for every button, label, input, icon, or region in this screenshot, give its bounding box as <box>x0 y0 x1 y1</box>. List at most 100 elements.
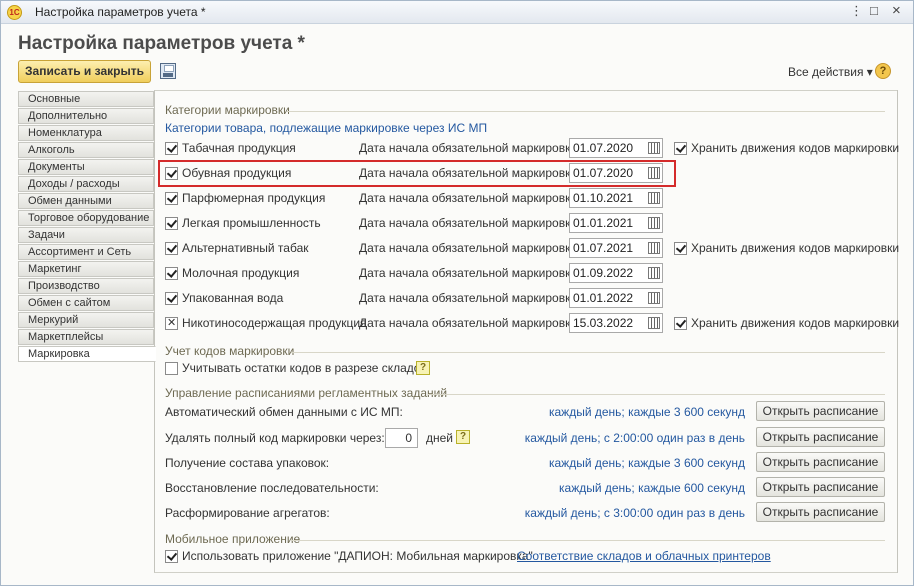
schedule-task-label: Удалять полный код маркировки через: <box>165 431 385 445</box>
calendar-icon[interactable] <box>648 267 660 279</box>
category-label: Табачная продукция <box>182 141 296 155</box>
date-value: 01.09.2022 <box>573 266 634 280</box>
sidebar-item[interactable]: Обмен с сайтом <box>18 295 154 311</box>
category-checkbox[interactable] <box>165 217 178 230</box>
stock-by-warehouse-label: Учитывать остатки кодов в разрезе складо… <box>182 361 427 375</box>
sidebar-item[interactable]: Основные <box>18 91 154 107</box>
marking-start-date-label: Дата начала обязательной маркировки: <box>359 291 581 305</box>
highlight-frame <box>158 160 676 187</box>
sidebar-item[interactable]: Документы <box>18 159 154 175</box>
group-divider <box>428 394 885 395</box>
more-menu-icon[interactable]: ⋮ <box>850 3 863 19</box>
category-label: Легкая промышленность <box>182 216 321 230</box>
schedule-link[interactable]: каждый день; каждые 3 600 секунд <box>549 405 745 419</box>
store-movements-label: Хранить движения кодов маркировки <box>691 141 900 155</box>
close-icon[interactable]: × <box>892 2 901 19</box>
schedule-task-label: Расформирование агрегатов: <box>165 506 330 520</box>
sidebar-item[interactable]: Меркурий <box>18 312 154 328</box>
calendar-icon[interactable] <box>648 317 660 329</box>
category-checkbox[interactable] <box>165 242 178 255</box>
category-label: Никотиносодержащая продукция <box>182 316 367 330</box>
category-label: Парфюмерная продукция <box>182 191 326 205</box>
store-movements-label: Хранить движения кодов маркировки <box>691 316 900 330</box>
sidebar-item[interactable]: Маркировка <box>18 346 156 362</box>
sidebar-item[interactable]: Маркетплейсы <box>18 329 154 345</box>
sidebar-item[interactable]: Алкоголь <box>18 142 154 158</box>
sidebar-item[interactable]: Производство <box>18 278 154 294</box>
store-movements-checkbox[interactable] <box>674 242 687 255</box>
open-schedule-button[interactable]: Открыть расписание <box>756 427 885 447</box>
sidebar: Основные Дополнительно Номенклатура Алкогол… <box>18 91 156 571</box>
sidebar-item[interactable]: Маркетинг <box>18 261 154 277</box>
sidebar-item[interactable]: Обмен данными <box>18 193 154 209</box>
save-icon[interactable] <box>160 63 176 79</box>
days-unit-label: дней <box>426 431 454 445</box>
categories-link[interactable]: Категории товара, подлежащие маркировке … <box>165 121 487 135</box>
group-title-categories: Категории маркировки <box>165 103 290 117</box>
sidebar-item[interactable]: Торговое оборудование <box>18 210 154 226</box>
schedule-link[interactable]: каждый день; каждые 600 секунд <box>559 481 745 495</box>
group-divider <box>287 111 885 112</box>
category-label: Молочная продукция <box>182 266 300 280</box>
date-value: 01.01.2022 <box>573 291 634 305</box>
days-input[interactable]: 0 <box>385 428 418 448</box>
marking-start-date-input[interactable]: 01.10.2021 <box>569 188 663 208</box>
help-icon[interactable]: ? <box>875 63 891 79</box>
stock-by-warehouse-checkbox[interactable] <box>165 362 178 375</box>
category-checkbox[interactable] <box>165 142 178 155</box>
store-movements-label: Хранить движения кодов маркировки <box>691 241 900 255</box>
marking-start-date-input[interactable]: 01.07.2020 <box>569 138 663 158</box>
stock-help-icon[interactable]: ? <box>416 361 430 375</box>
calendar-icon[interactable] <box>648 192 660 204</box>
category-checkbox[interactable] <box>165 292 178 305</box>
sidebar-item[interactable]: Задачи <box>18 227 154 243</box>
title-bar: 1С Настройка параметров учета * ⋮ □ × <box>1 1 913 24</box>
marking-start-date-label: Дата начала обязательной маркировки: <box>359 241 581 255</box>
marking-start-date-input[interactable]: 01.01.2022 <box>569 288 663 308</box>
maximize-icon[interactable]: □ <box>870 3 878 18</box>
marking-start-date-input[interactable]: 01.07.2021 <box>569 238 663 258</box>
marking-start-date-input[interactable]: 01.01.2021 <box>569 213 663 233</box>
save-and-close-button[interactable]: Записать и закрыть <box>18 60 151 83</box>
warehouse-printers-link[interactable]: Соответствие складов и облачных принтеро… <box>517 549 771 563</box>
sidebar-item[interactable]: Ассортимент и Сеть <box>18 244 154 260</box>
open-schedule-button[interactable]: Открыть расписание <box>756 452 885 472</box>
category-label: Альтернативный табак <box>182 241 309 255</box>
sidebar-item[interactable]: Номенклатура <box>18 125 154 141</box>
marking-start-date-label: Дата начала обязательной маркировки: <box>359 141 581 155</box>
schedule-link[interactable]: каждый день; с 3:00:00 один раз в день <box>525 506 745 520</box>
calendar-icon[interactable] <box>648 217 660 229</box>
page-title: Настройка параметров учета * <box>18 33 305 54</box>
settings-window: 1С Настройка параметров учета * ⋮ □ × На… <box>0 0 914 586</box>
use-mobile-app-checkbox[interactable] <box>165 550 178 563</box>
schedule-link[interactable]: каждый день; каждые 3 600 секунд <box>549 456 745 470</box>
category-checkbox[interactable] <box>165 267 178 280</box>
calendar-icon[interactable] <box>648 142 660 154</box>
marking-start-date-input[interactable]: 15.03.2022 <box>569 313 663 333</box>
group-title-schedules: Управление расписаниями регламентных зад… <box>165 386 448 400</box>
open-schedule-button[interactable]: Открыть расписание <box>756 502 885 522</box>
date-value: 15.03.2022 <box>573 316 634 330</box>
content-edge <box>897 90 898 573</box>
calendar-icon[interactable] <box>648 292 660 304</box>
sidebar-item[interactable]: Доходы / расходы <box>18 176 154 192</box>
store-movements-checkbox[interactable] <box>674 317 687 330</box>
category-checkbox[interactable] <box>165 192 178 205</box>
marking-start-date-input[interactable]: 01.09.2022 <box>569 263 663 283</box>
days-help-icon[interactable]: ? <box>456 430 470 444</box>
schedule-link[interactable]: каждый день; с 2:00:00 один раз в день <box>525 431 745 445</box>
group-title-mobile: Мобильное приложение <box>165 532 301 546</box>
group-divider <box>291 352 885 353</box>
open-schedule-button[interactable]: Открыть расписание <box>756 401 885 421</box>
schedule-task-label: Восстановление последовательности: <box>165 481 379 495</box>
open-schedule-button[interactable]: Открыть расписание <box>756 477 885 497</box>
sidebar-item[interactable]: Дополнительно <box>18 108 154 124</box>
marking-start-date-label: Дата начала обязательной маркировки: <box>359 191 581 205</box>
category-checkbox[interactable] <box>165 316 178 330</box>
group-title-codes: Учет кодов маркировки <box>165 344 295 358</box>
calendar-icon[interactable] <box>648 242 660 254</box>
all-actions-menu[interactable]: Все действия ▾ <box>788 65 873 79</box>
schedule-task-label: Автоматический обмен данными с ИС МП: <box>165 405 403 419</box>
date-value: 01.07.2020 <box>573 141 634 155</box>
store-movements-checkbox[interactable] <box>674 142 687 155</box>
